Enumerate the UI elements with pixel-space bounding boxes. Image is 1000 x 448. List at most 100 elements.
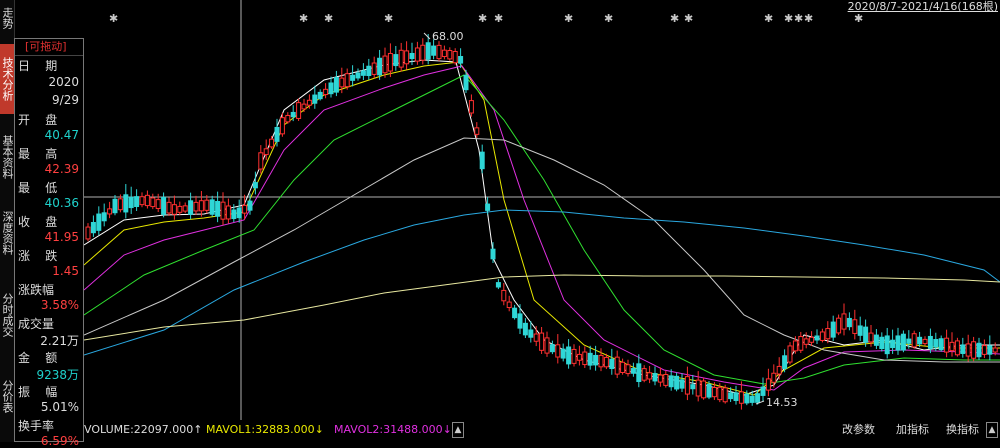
down-candle: [350, 74, 356, 81]
up-candle: [387, 52, 393, 72]
up-candle: [625, 364, 631, 375]
up-candle: [598, 354, 604, 368]
down-candle: [976, 342, 982, 358]
down-candle: [495, 282, 501, 288]
tab-trend[interactable]: 走势: [0, 0, 14, 36]
up-candle: [468, 100, 474, 114]
info-mine-stars[interactable]: ✱ ✱ ✱ ✱ ✱ ✱ ✱ ✱ ✱ ✱ ✱ ✱ ✱ ✱ ✱: [109, 12, 863, 25]
panel-drag-header[interactable]: [可拖动]: [15, 39, 83, 56]
down-candle: [814, 335, 820, 341]
up-candle: [641, 368, 647, 381]
tab-technical-analysis[interactable]: 技术分析: [0, 44, 14, 114]
info-star-icon: ✱: [384, 12, 393, 25]
quote-info-panel[interactable]: [可拖动] 日 期 2020 9/29 开 盘 40.47 最 高 42.39 …: [14, 38, 84, 448]
candlestick-chart[interactable]: ✱ ✱ ✱ ✱ ✱ ✱ ✱ ✱ ✱ ✱ ✱ ✱ ✱ ✱ ✱ 68.00 14.53: [84, 0, 1000, 420]
up-candle: [695, 379, 701, 397]
up-candle: [166, 201, 172, 214]
add-indicator-button[interactable]: 加指标: [896, 420, 929, 440]
mavol2-readout: MAVOL2:31488.000↓: [334, 423, 452, 436]
down-candle: [927, 335, 933, 349]
up-candle: [868, 332, 874, 343]
up-candle: [155, 199, 161, 210]
down-candle: [236, 207, 242, 219]
high-arrow: [423, 32, 431, 40]
up-candle: [404, 50, 410, 65]
turnover-label: 换手率: [18, 419, 55, 433]
down-candle: [884, 335, 890, 355]
up-candle: [198, 200, 204, 212]
tab-basic-info[interactable]: 基本资料: [0, 124, 14, 190]
down-candle: [674, 375, 680, 390]
tab-timeshare-trades[interactable]: 分时成交: [0, 282, 14, 348]
close-value: 41.95: [44, 230, 79, 244]
up-candle: [571, 348, 577, 364]
up-candle: [614, 356, 620, 375]
low-price-annotation: 14.53: [766, 396, 798, 409]
down-candle: [463, 74, 469, 91]
high-value: 42.39: [44, 162, 79, 176]
info-star-icon: ✱: [794, 12, 803, 25]
down-candle: [431, 45, 437, 56]
up-candle: [382, 55, 388, 74]
up-candle: [684, 376, 690, 395]
down-candle: [733, 392, 739, 401]
up-candle: [107, 208, 113, 215]
info-star-icon: ✱: [564, 12, 573, 25]
down-candle: [274, 126, 280, 142]
down-candle: [879, 336, 885, 350]
down-candle: [360, 70, 366, 76]
down-candle: [873, 334, 879, 346]
tab-price-table[interactable]: 分价表: [0, 370, 14, 422]
up-candle: [787, 345, 793, 363]
close-label: 收 盘: [18, 215, 58, 229]
down-candle: [560, 348, 566, 359]
swap-indicator-button[interactable]: 换指标: [946, 420, 979, 440]
down-candle: [636, 363, 642, 383]
down-candle: [215, 201, 221, 217]
down-candle: [895, 335, 901, 351]
up-candle: [301, 103, 307, 110]
down-candle: [209, 199, 215, 215]
up-candle: [911, 333, 917, 348]
up-candle: [603, 356, 609, 368]
down-candle: [90, 221, 96, 234]
up-candle: [371, 62, 377, 75]
up-candle: [452, 50, 458, 64]
info-star-icon: ✱: [109, 12, 118, 25]
up-candle: [544, 337, 550, 354]
volume-indicator-bar: VOLUME:22097.000↑ MAVOL1:32883.000↓ MAVO…: [84, 420, 1000, 442]
down-candle: [566, 346, 572, 365]
up-candle: [182, 205, 188, 212]
change-label: 涨 跌: [18, 249, 58, 263]
up-candle: [269, 138, 275, 148]
down-candle: [830, 321, 836, 338]
up-candle: [722, 387, 728, 403]
down-candle: [123, 194, 129, 213]
down-candle: [512, 307, 518, 319]
open-label: 开 盘: [18, 113, 58, 127]
up-candle: [398, 49, 404, 68]
open-value: 40.47: [44, 128, 79, 142]
up-candle: [576, 353, 582, 361]
change-pct-label: 涨跌幅: [18, 283, 55, 297]
expand-arrow-icon[interactable]: ▲: [986, 422, 998, 438]
up-candle: [717, 386, 723, 401]
down-candle: [593, 354, 599, 366]
down-candle: [857, 325, 863, 336]
amplitude-value: 5.01%: [40, 400, 79, 414]
up-candle: [981, 345, 987, 355]
up-candle: [620, 361, 626, 373]
up-candle: [852, 319, 858, 334]
up-candle: [117, 198, 123, 211]
up-candle: [841, 313, 847, 330]
tab-deep-info[interactable]: 深度资料: [0, 200, 14, 266]
collapse-arrow-icon[interactable]: ▲: [452, 422, 464, 438]
down-candle: [517, 313, 523, 329]
info-star-icon: ✱: [804, 12, 813, 25]
date-month-day: 9/29: [52, 93, 79, 107]
down-candle: [846, 317, 852, 328]
up-candle: [803, 338, 809, 345]
down-candle: [317, 91, 323, 100]
change-params-button[interactable]: 改参数: [842, 420, 875, 440]
up-candle: [944, 337, 950, 353]
